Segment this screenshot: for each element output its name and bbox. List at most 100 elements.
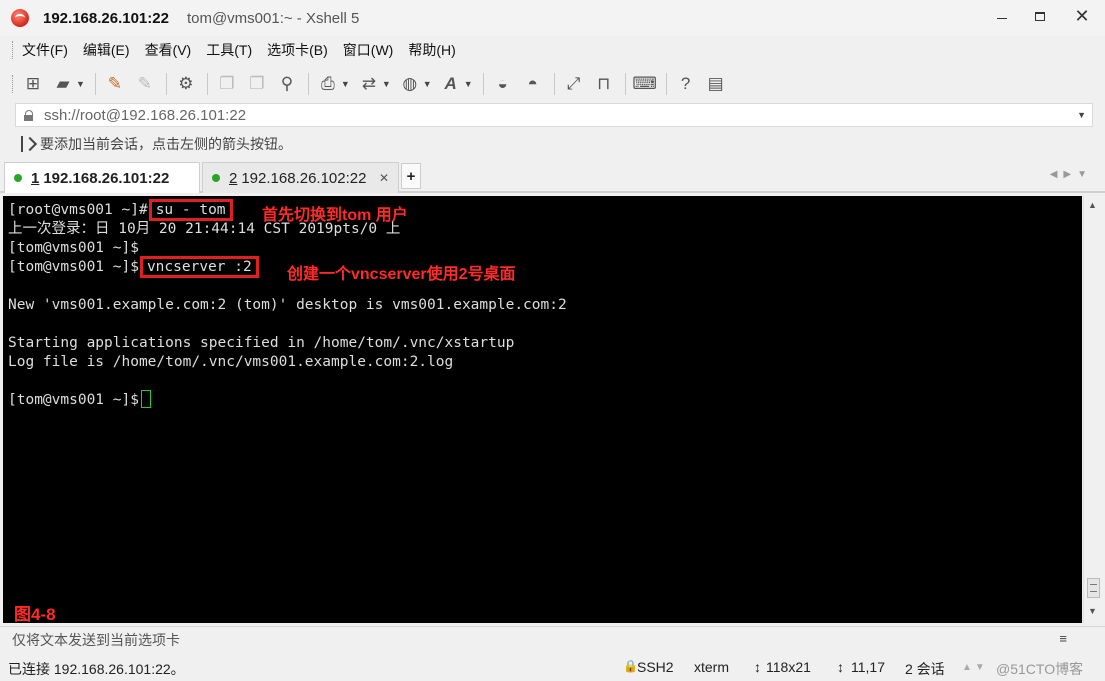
xshell-app-icon[interactable] [11,9,29,27]
status-bar: 已连接 192.168.26.101:22。 🔒 SSH2 xterm ↕ 11… [0,654,1105,681]
compose-bar[interactable]: 仅将文本发送到当前选项卡 ≡ [0,626,1105,652]
terminal-cursor [140,390,151,408]
session-hint-bar: 要添加当前会话，点击左侧的箭头按钮。 [15,131,1093,157]
figure-label: 图4-8 [14,605,56,623]
lock-icon [24,109,34,121]
command-highlight-box: su - tom [148,199,233,221]
status-cursor-icon: ↕ [837,659,844,675]
minimize-icon [997,17,1007,19]
toolbar: ⊞ ▰ ▼ ✎ ✎ ⚙ ❐ ❐ ⚲ ⎙ ▼ ⇄ ▼ ◍ ▼ A ▼ ◒ ◓ ⤢ ⊓ ⌨ ?… [0,67,1105,101]
annotation-create-vncserver: 创建一个vncserver使用2号桌面 [287,266,516,283]
keyboard-icon[interactable]: ⌨ [632,73,657,95]
lock-screen-icon[interactable]: ⊓ [593,73,615,95]
address-dropdown-icon[interactable]: ▼ [1077,110,1086,120]
terminal-line: Log file is /home/tom/.vnc/vms001.exampl… [8,354,454,370]
menu-help[interactable]: 帮助(H) [408,40,455,60]
tab-label: 192.168.26.102:22 [241,169,367,187]
script-icon[interactable]: ◓ [522,73,544,95]
fullscreen-icon[interactable]: ⤢ [563,73,585,95]
tab-number: 1 [31,169,40,187]
shell-prompt: [tom@vms001 ~]$ [8,259,139,275]
tab-close-icon[interactable]: ✕ [379,171,389,185]
open-folder-dropdown-icon[interactable]: ▼ [76,79,85,89]
menu-file[interactable]: 文件(F) [22,40,68,60]
connected-dot-icon [14,174,22,182]
scroll-down-icon[interactable]: ▼ [1088,606,1097,616]
tab-nav-arrows[interactable]: ◀▶▼ [1050,169,1093,180]
session-hint-text: 要添加当前会话，点击左侧的箭头按钮。 [40,136,292,152]
compose-menu-icon[interactable]: ≡ [1059,631,1067,646]
reconnect-icon[interactable]: ✎ [104,73,126,95]
find-icon[interactable]: ⚲ [276,73,298,95]
close-icon: ✕ [1074,6,1090,26]
status-protocol: SSH2 [637,659,674,675]
copy-icon[interactable]: ❐ [216,73,238,95]
status-size: 118x21 [766,659,811,675]
terminal-screen[interactable]: [root@vms001 ~]# su - tom 上一次登录：日 10月 20 … [3,196,1082,623]
print-dropdown-icon[interactable]: ▼ [341,79,350,89]
menu-view[interactable]: 查看(V) [145,40,192,60]
scroll-up-icon[interactable]: ▲ [1088,200,1097,210]
menu-edit[interactable]: 编辑(E) [83,40,130,60]
paste-icon[interactable]: ❐ [246,73,268,95]
shell-prompt: [tom@vms001 ~]$ [8,392,139,408]
toolbar-grip[interactable] [12,75,15,93]
terminal-line: [tom@vms001 ~]$ [8,390,151,410]
tab-label: 192.168.26.101:22 [43,169,170,187]
tab-bar: 1 192.168.26.101:22 2 192.168.26.102:22 … [0,161,1105,193]
menu-bar: 文件(F) 编辑(E) 查看(V) 工具(T) 选项卡(B) 窗口(W) 帮助(… [0,36,1105,64]
menu-tab[interactable]: 选项卡(B) [267,40,328,60]
status-nav-arrows[interactable]: ▲▼ [962,662,988,673]
connected-dot-icon [212,174,220,182]
terminal-line: New 'vms001.example.com:2 (tom)' desktop… [8,297,567,313]
maximize-button[interactable] [1021,0,1059,32]
scrollbar-thumb[interactable] [1087,578,1100,598]
terminal-line: [root@vms001 ~]# su - tom [8,199,233,221]
disconnect-icon[interactable]: ✎ [134,73,156,95]
terminal-line: [tom@vms001 ~]$ vncserver :2 [8,256,259,278]
status-sessions: 2 会话 [905,661,945,677]
menu-tools[interactable]: 工具(T) [206,40,252,60]
address-input[interactable]: ssh://root@192.168.26.101:22 [44,107,246,124]
font-icon[interactable]: A [440,73,462,95]
arrow-icon[interactable] [21,136,35,152]
annotation-switch-user: 首先切换到tom 用户 [262,207,408,224]
maximize-icon [1035,11,1045,21]
window-title-rest: tom@vms001:~ - Xshell 5 [186,9,360,27]
menubar-grip[interactable] [12,41,15,59]
transfer-icon[interactable]: ⇄ [358,73,380,95]
status-term: xterm [694,659,729,675]
shell-prompt: [root@vms001 ~]# [8,202,148,218]
xftp-icon[interactable]: ◒ [492,73,514,95]
status-lock-icon: 🔒 [623,659,638,673]
compose-bar-text: 仅将文本发送到当前选项卡 [12,631,180,648]
status-size-icon: ↕ [754,659,761,675]
tab-session-1[interactable]: 1 192.168.26.101:22 [4,162,200,193]
print-icon[interactable]: ⎙ [317,73,339,95]
menu-window[interactable]: 窗口(W) [343,40,394,60]
globe-icon[interactable]: ◍ [399,73,421,95]
tab-number: 2 [229,169,238,187]
close-button[interactable]: ✕ [1059,0,1105,32]
status-cursor: 11,17 [851,659,885,675]
add-tab-button[interactable]: + [401,163,421,189]
status-connection: 已连接 192.168.26.101:22。 [8,661,185,677]
terminal-line: Starting applications specified in /home… [8,335,515,351]
tab-session-2[interactable]: 2 192.168.26.102:22 ✕ [202,162,399,193]
chat-icon[interactable]: ▤ [705,73,727,95]
address-bar[interactable]: ssh://root@192.168.26.101:22 ▼ [15,103,1093,127]
window-title-host: 192.168.26.101:22 [43,9,169,27]
properties-icon[interactable]: ⚙ [175,73,197,95]
font-dropdown-icon[interactable]: ▼ [464,79,473,89]
minimize-button[interactable] [983,0,1021,32]
globe-dropdown-icon[interactable]: ▼ [423,79,432,89]
transfer-dropdown-icon[interactable]: ▼ [382,79,391,89]
watermark: @51CTO博客 [996,661,1084,677]
command-highlight-box: vncserver :2 [139,256,259,278]
plus-icon: + [406,167,416,185]
new-session-icon[interactable]: ⊞ [22,73,44,95]
terminal-line: [tom@vms001 ~]$ [8,240,139,256]
help-icon[interactable]: ? [675,73,697,95]
terminal-scrollbar[interactable]: ▲ ▼ [1083,196,1102,623]
open-folder-icon[interactable]: ▰ [52,73,74,95]
